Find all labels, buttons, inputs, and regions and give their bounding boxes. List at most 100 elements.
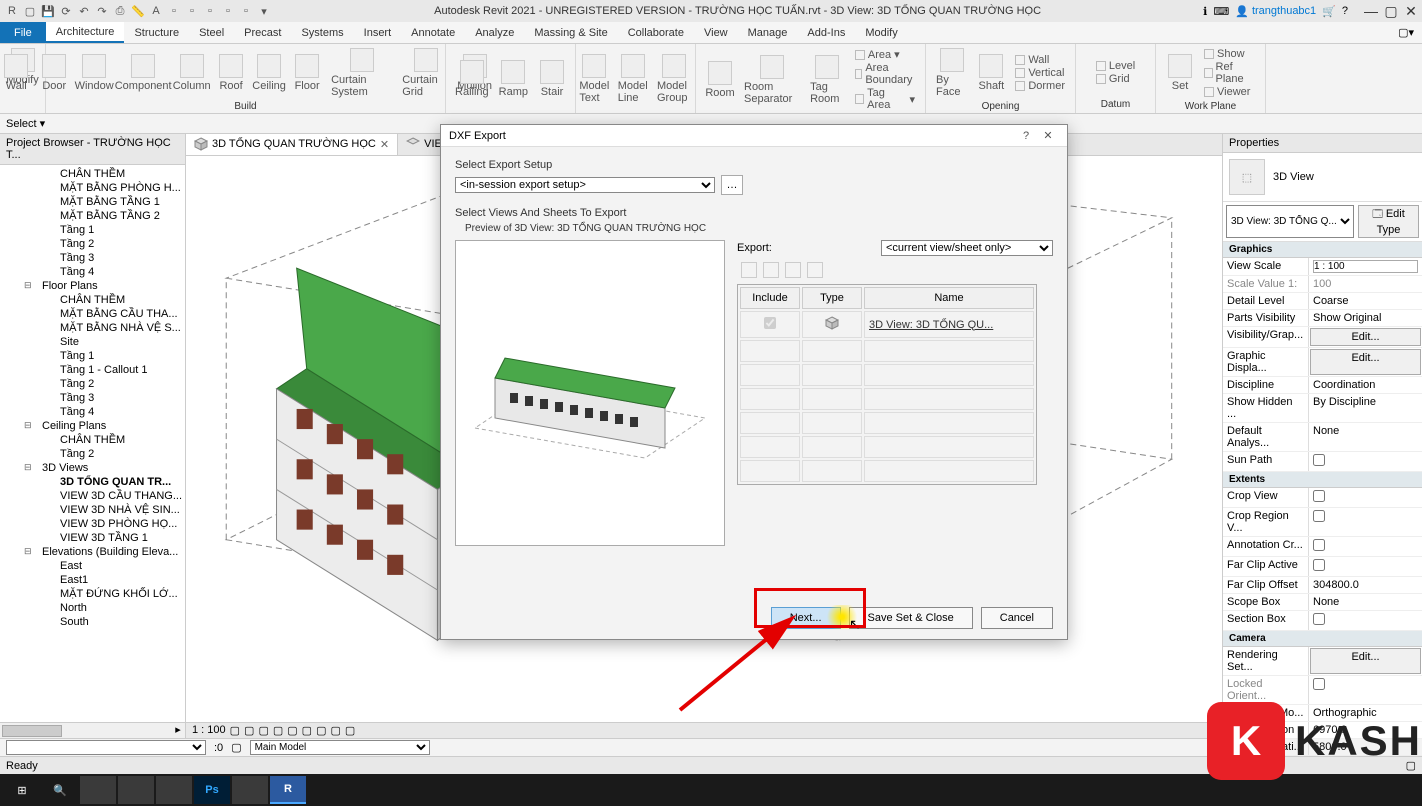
model-line-button[interactable]: Model Line: [614, 52, 651, 106]
tab-addins[interactable]: Add-Ins: [797, 22, 855, 43]
save-icon[interactable]: 💾: [40, 3, 56, 19]
tree-item[interactable]: 3D Views: [0, 461, 185, 475]
tab-manage[interactable]: Manage: [738, 22, 798, 43]
level-button[interactable]: Level: [1096, 60, 1135, 72]
prop-checkbox[interactable]: [1313, 678, 1325, 690]
tree-item[interactable]: Site: [0, 335, 185, 349]
cancel-button[interactable]: Cancel: [981, 607, 1053, 629]
delete-set-icon[interactable]: [807, 262, 823, 278]
grid-button[interactable]: Grid: [1096, 73, 1135, 85]
prop-input[interactable]: [1313, 260, 1418, 273]
dialog-close-icon[interactable]: ✕: [1037, 129, 1059, 142]
tree-item[interactable]: Tầng 1: [0, 349, 185, 363]
tree-item[interactable]: VIEW 3D NHÀ VỆ SIN...: [0, 503, 185, 517]
dup-set-icon[interactable]: [763, 262, 779, 278]
vertical-button[interactable]: Vertical: [1015, 67, 1065, 79]
tab-steel[interactable]: Steel: [189, 22, 234, 43]
measure-icon[interactable]: 📏: [130, 3, 146, 19]
area-boundary-button[interactable]: Area Boundary: [855, 62, 915, 86]
tab-annotate[interactable]: Annotate: [401, 22, 465, 43]
dialog-titlebar[interactable]: DXF Export ? ✕: [441, 125, 1067, 147]
tree-item[interactable]: Tầng 1 - Callout 1: [0, 363, 185, 377]
tree-item[interactable]: East: [0, 559, 185, 573]
tree-item[interactable]: Elevations (Building Eleva...: [0, 545, 185, 559]
tab-structure[interactable]: Structure: [124, 22, 189, 43]
prop-checkbox[interactable]: [1313, 559, 1325, 571]
print-icon[interactable]: ⎙: [112, 3, 128, 19]
column-button[interactable]: Column: [172, 52, 211, 94]
room-separator-button[interactable]: Room Separator: [740, 53, 804, 107]
horizontal-scrollbar[interactable]: ▸: [0, 722, 185, 738]
shaft-button[interactable]: Shaft: [973, 52, 1009, 94]
tree-item[interactable]: MẶT ĐỨNG KHỐI LỚ...: [0, 587, 185, 601]
prop-checkbox[interactable]: [1313, 539, 1325, 551]
prop-value[interactable]: [1309, 676, 1422, 704]
ribbon-toggle-icon[interactable]: ▢▾: [1398, 26, 1414, 39]
vs-icon-1[interactable]: ▢: [230, 724, 240, 737]
tree-item[interactable]: CHÂN THỀM: [0, 433, 185, 447]
tab-insert[interactable]: Insert: [354, 22, 402, 43]
vs-icon-6[interactable]: ▢: [302, 724, 312, 737]
open-icon[interactable]: ▢: [22, 3, 38, 19]
tab-precast[interactable]: Precast: [234, 22, 291, 43]
vs-icon-2[interactable]: ▢: [244, 724, 254, 737]
user-badge[interactable]: 👤 trangthuabc1: [1235, 5, 1316, 18]
wall-button[interactable]: Wall: [0, 52, 34, 94]
view-select[interactable]: 3D View: 3D TỔNG Q...: [1226, 205, 1354, 238]
dialog-help-icon[interactable]: ?: [1015, 130, 1037, 142]
selection-combo[interactable]: [6, 740, 206, 755]
tree-item[interactable]: Tầng 2: [0, 447, 185, 461]
prop-checkbox[interactable]: [1313, 510, 1325, 522]
next-button[interactable]: Next...: [771, 607, 841, 629]
prop-value[interactable]: 304800.0: [1309, 577, 1422, 593]
prop-value[interactable]: [1309, 557, 1422, 576]
tree-item[interactable]: 3D TỔNG QUAN TR...: [0, 475, 185, 489]
tag-area-button[interactable]: Tag Area ▾: [855, 87, 915, 111]
set-button[interactable]: Set: [1162, 52, 1198, 94]
room-button[interactable]: Room: [702, 59, 738, 101]
prop-value[interactable]: Edit...: [1310, 648, 1421, 674]
prop-value[interactable]: By Discipline: [1309, 394, 1422, 422]
new-set-icon[interactable]: [741, 262, 757, 278]
ramp-button[interactable]: Ramp: [495, 58, 532, 100]
tag-room-button[interactable]: Tag Room: [806, 53, 849, 107]
view-tab-close-icon[interactable]: ✕: [380, 138, 389, 151]
tree-item[interactable]: VIEW 3D TẦNG 1: [0, 531, 185, 545]
sync-icon[interactable]: ⟳: [58, 3, 74, 19]
vs-icon-5[interactable]: ▢: [287, 724, 297, 737]
tab-architecture[interactable]: Architecture: [46, 22, 125, 43]
show-button[interactable]: Show: [1204, 48, 1255, 60]
stair-button[interactable]: Stair: [534, 58, 570, 100]
maximize-icon[interactable]: ▢: [1384, 4, 1398, 18]
tree-item[interactable]: VIEW 3D PHÒNG HỌ...: [0, 517, 185, 531]
more-4-icon[interactable]: ▫: [220, 3, 236, 19]
area-button[interactable]: Area ▾: [855, 48, 915, 61]
by-face-button[interactable]: By Face: [932, 46, 971, 100]
table-row[interactable]: 3D View: 3D TỔNG QU...: [740, 311, 1034, 338]
tree-item[interactable]: MẶT BẰNG CẦU THA...: [0, 307, 185, 321]
setup-options-button[interactable]: …: [721, 175, 743, 195]
prop-value[interactable]: 100: [1309, 276, 1422, 292]
prop-value[interactable]: None: [1309, 594, 1422, 610]
prop-value[interactable]: [1309, 452, 1422, 471]
main-model-select[interactable]: Main Model: [250, 740, 430, 755]
prop-checkbox[interactable]: [1313, 454, 1325, 466]
prop-value[interactable]: Edit...: [1310, 349, 1421, 375]
prop-checkbox[interactable]: [1313, 490, 1325, 502]
tab-systems[interactable]: Systems: [291, 22, 353, 43]
tree-item[interactable]: MẶT BẰNG NHÀ VỆ S...: [0, 321, 185, 335]
prop-checkbox[interactable]: [1313, 613, 1325, 625]
info-icon[interactable]: ℹ: [1203, 5, 1207, 18]
export-setup-select[interactable]: <in-session export setup>: [455, 177, 715, 193]
mm-icon-1[interactable]: ▢: [231, 741, 241, 754]
rename-set-icon[interactable]: [785, 262, 801, 278]
tree-item[interactable]: Ceiling Plans: [0, 419, 185, 433]
tree-item[interactable]: East1: [0, 573, 185, 587]
view-tab-active[interactable]: 3D TỔNG QUAN TRƯỜNG HỌC ✕: [186, 134, 398, 155]
tree-item[interactable]: CHÂN THỀM: [0, 293, 185, 307]
redo-icon[interactable]: ↷: [94, 3, 110, 19]
more-3-icon[interactable]: ▫: [202, 3, 218, 19]
ceiling-button[interactable]: Ceiling: [251, 52, 287, 94]
tree-item[interactable]: MẶT BẰNG TẦNG 1: [0, 195, 185, 209]
prop-value[interactable]: None: [1309, 423, 1422, 451]
